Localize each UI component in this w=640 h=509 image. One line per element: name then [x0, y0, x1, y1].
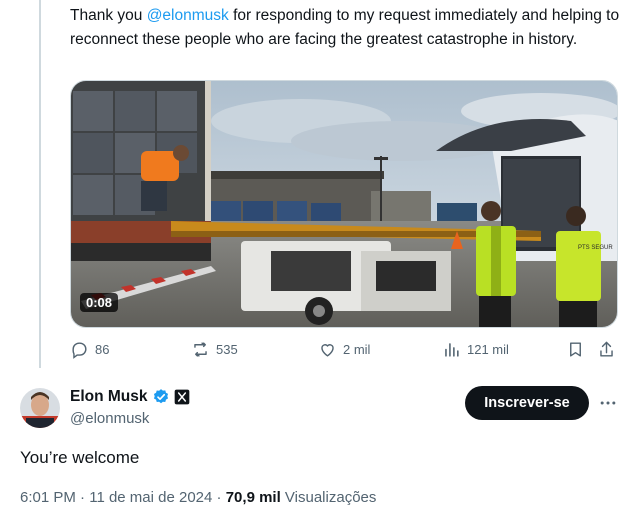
- tweet-views-count: 70,9 mil: [225, 489, 281, 506]
- bookmark-icon: [570, 342, 581, 357]
- views-count: 121 mil: [467, 342, 509, 357]
- x-logo-icon: [174, 389, 189, 405]
- avatar-image: [20, 388, 60, 428]
- tweet-text-before: Thank you: [70, 7, 147, 24]
- vest-text: PTS SEGUR: [578, 245, 613, 251]
- verified-badge-icon: [153, 389, 168, 404]
- action-bar: 86 535 2 mil 121 mil: [0, 340, 640, 364]
- like-count: 2 mil: [343, 342, 371, 357]
- share-icon: [600, 341, 613, 357]
- tweet-video[interactable]: PTS SEGUR: [70, 80, 618, 328]
- quoted-tweet-text: Thank you @elonmusk for responding to my…: [70, 4, 625, 52]
- like-action[interactable]: 2 mil: [318, 340, 370, 359]
- avatar[interactable]: [20, 388, 60, 428]
- mention-link[interactable]: @elonmusk: [147, 7, 229, 24]
- views-action[interactable]: 121 mil: [442, 340, 509, 359]
- reply-text: You’re welcome: [20, 448, 140, 467]
- author-name[interactable]: Elon Musk: [70, 388, 148, 406]
- like-icon: [321, 344, 334, 357]
- tweet-meta: 6:01 PM · 11 de mai de 2024 · 70,9 mil V…: [20, 489, 376, 506]
- author-handle[interactable]: @elonmusk: [70, 410, 149, 427]
- retweet-count: 535: [216, 342, 238, 357]
- reply-action[interactable]: 86: [70, 340, 109, 359]
- author-name-row: Elon Musk: [70, 388, 190, 406]
- reply-count: 86: [95, 342, 110, 357]
- reply-author-row: Elon Musk @elonmusk Inscrever-se: [20, 386, 620, 430]
- meta-separator: ·: [212, 489, 226, 506]
- retweet-action[interactable]: 535: [191, 340, 238, 359]
- tweet-date[interactable]: 11 de mai de 2024: [89, 489, 212, 506]
- subscribe-button[interactable]: Inscrever-se: [465, 386, 589, 420]
- video-duration-badge: 0:08: [80, 293, 119, 312]
- views-icon: [445, 343, 459, 357]
- bookmark-action[interactable]: [566, 340, 585, 359]
- reply-icon: [72, 342, 87, 359]
- video-frame: PTS SEGUR: [71, 81, 617, 327]
- share-action[interactable]: [597, 340, 616, 359]
- retweet-icon: [194, 342, 207, 357]
- thread-connector-line: [39, 0, 41, 368]
- tweet-time[interactable]: 6:01 PM: [20, 489, 76, 506]
- tweet-views-label: Visualizações: [280, 489, 377, 506]
- more-icon[interactable]: [598, 393, 618, 413]
- meta-separator: ·: [75, 489, 90, 506]
